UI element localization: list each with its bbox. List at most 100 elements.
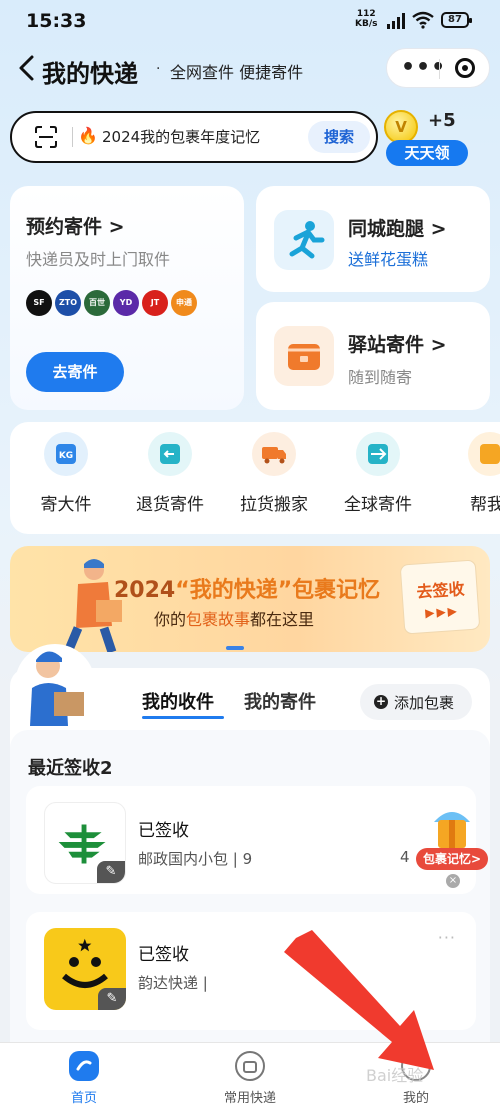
send-card[interactable]: 预约寄件 > 快递员及时上门取件 SF ZTO 百世 YD JT 申通 去寄件 [10,186,244,410]
net-speed-unit: KB/s [355,19,378,29]
red-arrow-annotation-icon [284,930,434,1070]
tab-sent[interactable]: 我的寄件 [244,688,316,714]
mini-program-capsule: ••• [386,48,490,88]
zto-logo-icon: ZTO [55,290,81,316]
memory-banner[interactable]: 2024“我的快递”包裹记忆 你的包裹故事都在这里 去签收 ▶▶▶ [10,546,490,652]
go-send-button[interactable]: 去寄件 [26,352,124,392]
china-post-logo-icon: ✎ [44,802,126,884]
search-input[interactable]: 2024我的包裹年度记忆 [102,126,260,147]
nav-home-label: 首页 [70,1091,97,1106]
daily-claim-button[interactable]: 天天领 [386,140,468,166]
best-logo-icon: 百世 [84,290,110,316]
help-icon [468,432,500,476]
package-tail: 4 [400,848,410,866]
nav-home[interactable]: 首页 [34,1051,134,1106]
net-speed-value: 112 [356,9,376,19]
watermark: Bai经验 [366,1066,424,1085]
nav-common-label: 常用快递 [223,1091,276,1106]
recent-heading: 最近签收2 [28,758,113,779]
banner-sign-label: 去签收 [415,579,466,602]
courier-avatar-icon [15,644,95,726]
station-icon [274,326,334,386]
send-card-subtitle: 快递员及时上门取件 [26,250,171,269]
capsule-divider [439,59,440,79]
yunda-logo-icon: ✎ [44,928,126,1010]
package-description: 邮政国内小包 | 9 [138,850,253,868]
search-divider [72,127,73,147]
tab-active-indicator [142,716,224,719]
carrier-logos: SF ZTO 百世 YD JT 申通 [26,290,200,316]
wifi-icon [412,11,434,29]
send-card-title: 预约寄件 > [26,216,125,238]
jt-logo-icon: JT [142,290,168,316]
status-time: 15:33 [26,10,87,32]
package-description: 韵达快递 | [138,974,208,992]
quick-item-large[interactable]: KG 寄大件 [16,422,116,515]
daily-reward[interactable]: V +5 天天领 [384,106,468,166]
quick-item-label: 拉货搬家 [240,495,308,515]
quick-item-global[interactable]: 全球寄件 [328,422,428,515]
yd-logo-icon: YD [113,290,139,316]
reward-amount: +5 [428,110,456,131]
svg-text:KG: KG [59,451,73,461]
close-icon[interactable] [455,58,475,78]
banner-arrows-icon: ▶▶▶ [424,603,460,621]
package-status: 已签收 [138,945,189,965]
banner-year: 2024 [114,578,176,603]
sf-logo-icon: SF [26,290,52,316]
plus-icon: + [374,694,388,709]
runner-card-subtitle: 送鲜花蛋糕 [348,250,429,269]
banner-title-text: “我的快递”包裹记忆 [175,578,381,603]
plane-icon [356,432,400,476]
banner-pager-indicator [226,646,244,650]
add-package-button[interactable]: + 添加包裹 [360,684,472,720]
return-icon [148,432,192,476]
coin-icon: V [384,110,418,144]
banner-subtitle: 你的包裹故事都在这里 [154,606,314,630]
banner-subtitle-a: 你的 [154,610,187,629]
kg-icon: KG [44,432,88,476]
station-card-title: 驿站寄件 > [348,334,447,356]
scan-icon[interactable] [34,125,58,149]
edit-icon[interactable]: ✎ [98,988,126,1010]
banner-sign-button[interactable]: 去签收 ▶▶▶ [399,559,481,635]
package-memory-button[interactable]: 包裹记忆> [416,848,488,870]
fire-icon: 🔥 [78,126,98,145]
gift-box-icon [434,812,470,848]
page-subtitle: 全网查件 便捷寄件 [170,63,304,82]
signal-icon [387,13,405,29]
quick-item-help[interactable]: 帮我 [432,422,500,515]
quick-item-label: 全球寄件 [344,495,412,515]
quick-item-move[interactable]: 拉货搬家 [224,422,324,515]
package-item[interactable]: ✎ 已签收 邮政国内小包 | 9 4 [26,786,476,894]
runner-icon [274,210,334,270]
quick-item-label: 帮我 [470,495,500,515]
search-bar[interactable]: 🔥 2024我的包裹年度记忆 搜索 [10,111,378,163]
courier-illustration-icon [63,559,122,652]
network-speed: 112 KB/s [355,9,377,29]
station-card[interactable]: 驿站寄件 > 随到随寄 [256,302,490,410]
runner-card[interactable]: 同城跑腿 > 送鲜花蛋糕 [256,186,490,292]
station-card-subtitle: 随到随寄 [348,368,413,387]
quick-item-label: 退货寄件 [136,495,204,515]
search-button[interactable]: 搜索 [308,121,370,153]
package-status: 已签收 [138,821,189,841]
quick-actions: KG 寄大件 退货寄件 拉货搬家 全球寄件 帮我 [10,422,500,534]
express-icon [235,1051,265,1081]
banner-title: 2024“我的快递”包裹记忆 [114,572,380,604]
nav-mine-label: 我的 [402,1091,429,1106]
quick-item-return[interactable]: 退货寄件 [120,422,220,515]
quick-item-label: 寄大件 [40,495,92,515]
truck-icon [252,432,296,476]
tab-received[interactable]: 我的收件 [142,688,214,714]
page-title: 我的快递 [42,60,138,88]
edit-icon[interactable]: ✎ [97,861,125,883]
status-bar: 15:33 112 KB/s 87 [0,0,500,44]
back-icon[interactable] [14,52,40,84]
banner-subtitle-b: 都在这里 [250,610,315,629]
close-float-icon[interactable]: × [446,874,460,888]
sto-logo-icon: 申通 [171,290,197,316]
banner-subtitle-highlight: 包裹故事 [186,610,251,629]
redacted-tracking-number [262,844,396,870]
package-memory-float[interactable]: 包裹记忆> [414,804,490,870]
